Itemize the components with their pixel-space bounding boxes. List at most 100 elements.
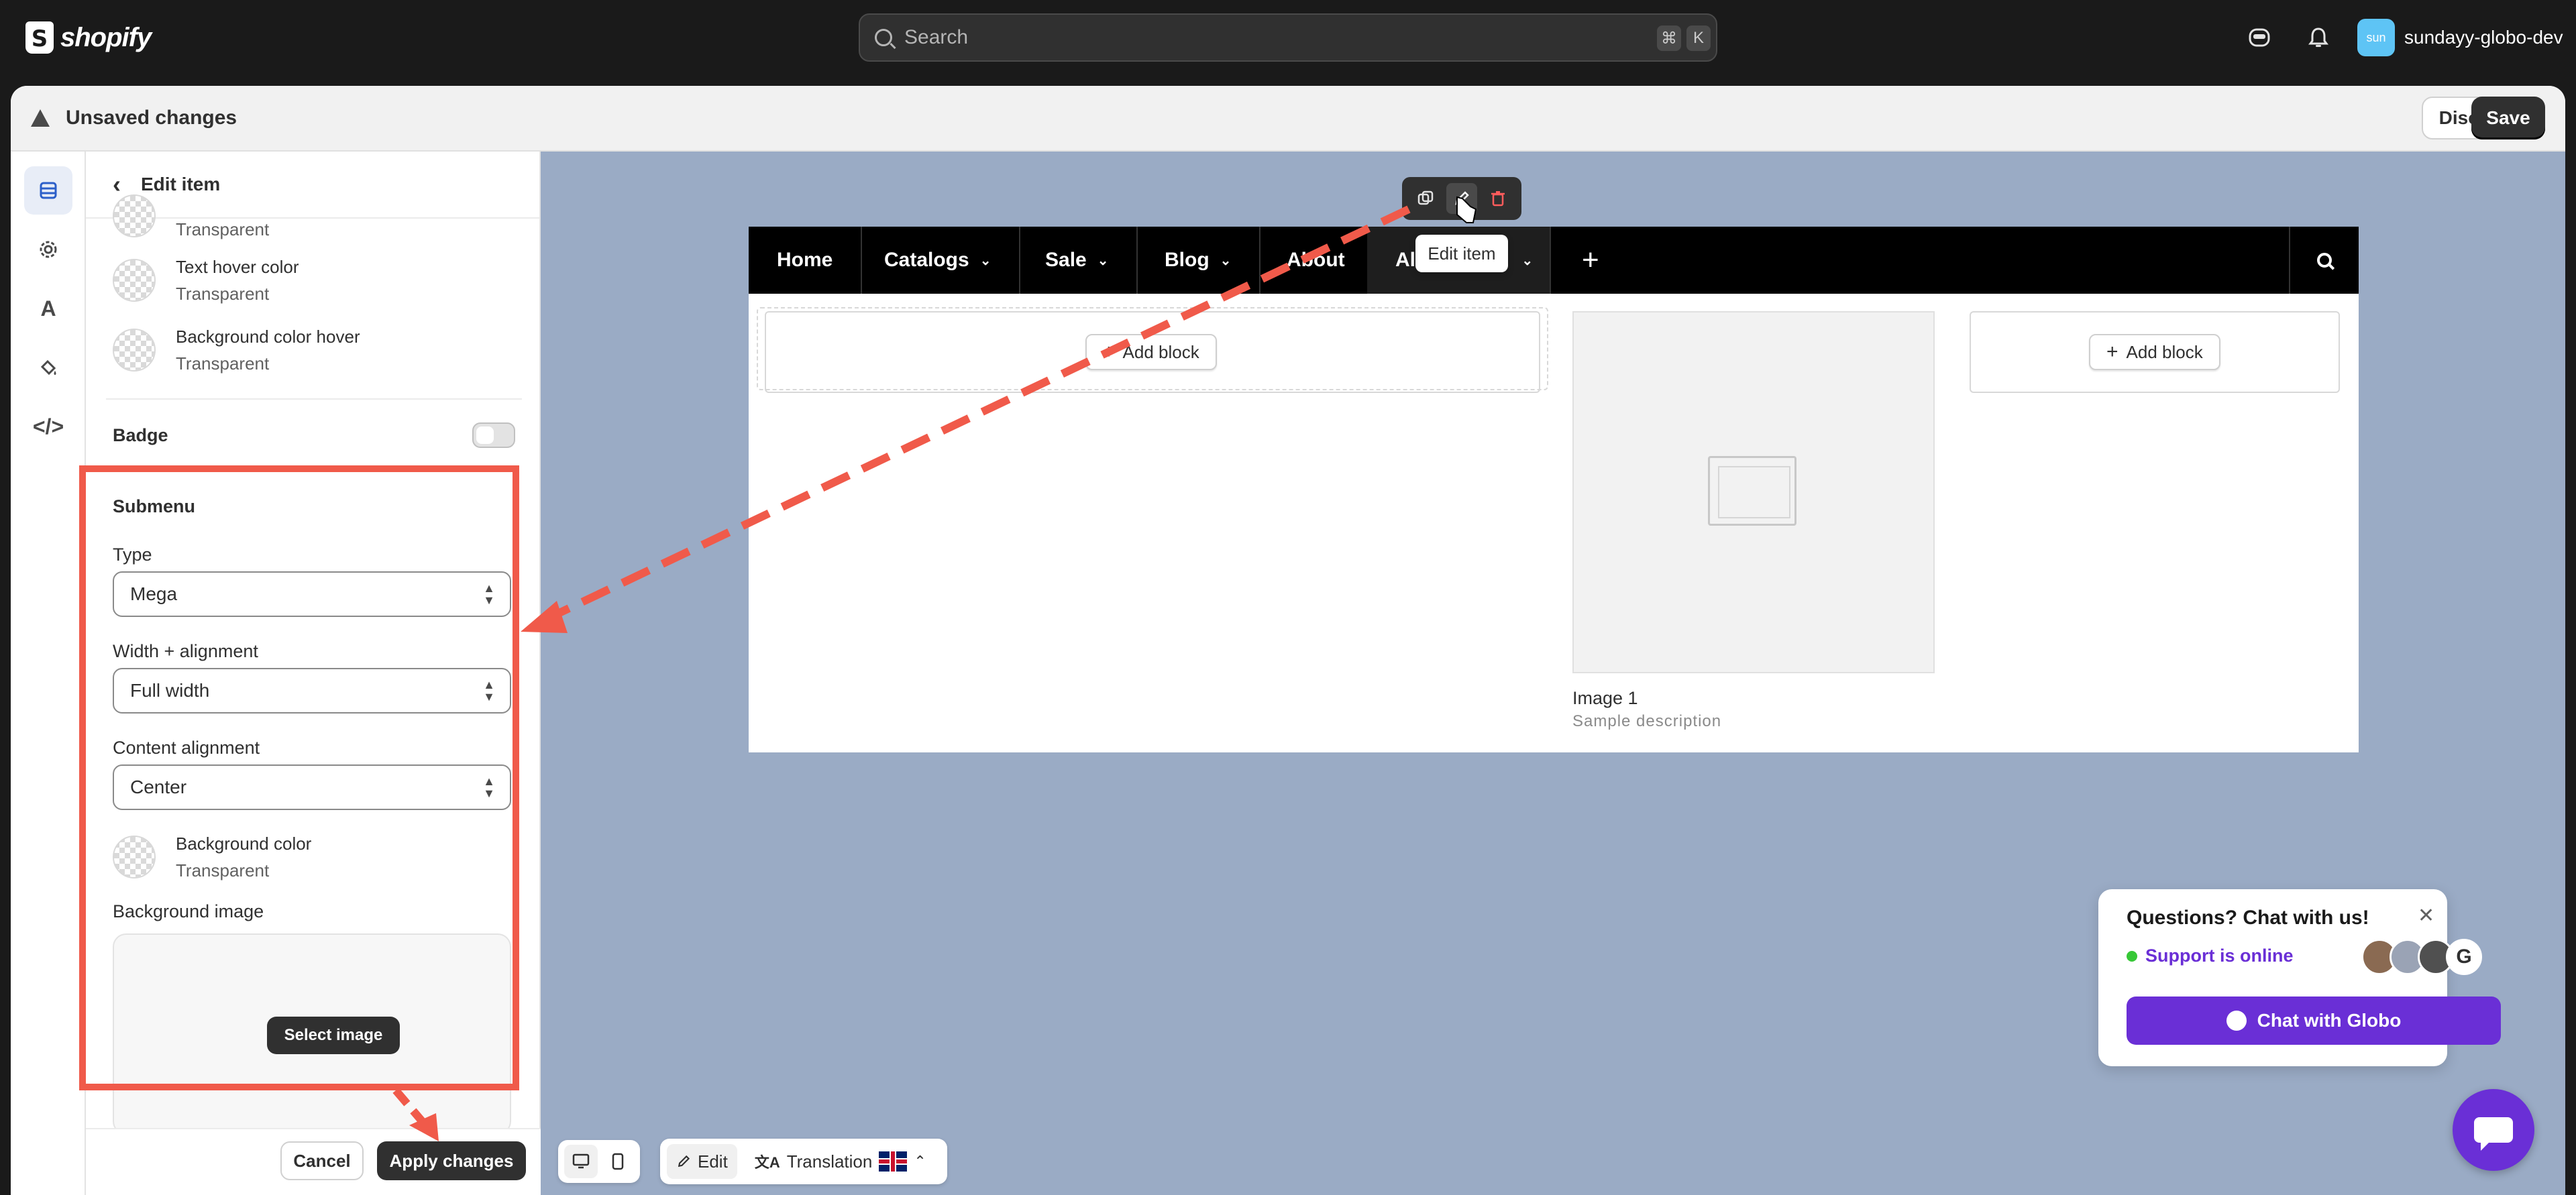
mobile-icon[interactable] — [601, 1145, 635, 1178]
code-icon[interactable]: </> — [24, 402, 72, 451]
menu-item-label: Sale — [1045, 249, 1087, 271]
warning-icon — [31, 109, 50, 127]
image-icon — [1708, 456, 1796, 526]
mode-bar: Edit 文A Translation ⌃ — [660, 1139, 947, 1184]
color-swatch[interactable] — [113, 259, 156, 302]
image-description: Sample description — [1572, 712, 1722, 730]
menu-item-home[interactable]: Home — [749, 227, 863, 294]
typography-icon[interactable]: A — [24, 284, 72, 333]
chat-launcher[interactable] — [2453, 1089, 2534, 1171]
chat-with-globo-button[interactable]: Chat with Globo — [2127, 997, 2501, 1045]
menu-item-blog[interactable]: Blog ⌄ — [1136, 227, 1261, 294]
uk-flag-icon — [879, 1151, 908, 1172]
color-row-partial[interactable]: Transparent — [113, 194, 270, 243]
panel-title: Edit item — [141, 174, 221, 194]
search-input[interactable]: Search ⌘ K — [859, 13, 1717, 62]
gear-icon[interactable] — [24, 225, 72, 274]
shortcut-key-cmd: ⌘ — [1657, 25, 1681, 51]
save-button[interactable]: Save — [2471, 97, 2545, 139]
badge-toggle[interactable] — [472, 422, 515, 448]
badge-label: Badge — [113, 425, 168, 445]
color-label: Text hover color — [176, 257, 299, 277]
close-icon[interactable]: ✕ — [2418, 904, 2434, 927]
menu-item-sale[interactable]: Sale ⌄ — [1017, 227, 1138, 294]
cancel-button[interactable]: Cancel — [280, 1141, 364, 1180]
image-title: Image 1 — [1572, 688, 1638, 708]
translation-label: Translation — [786, 1151, 873, 1172]
annotation-highlight-box — [79, 465, 519, 1090]
support-status-text: Support is online — [2145, 946, 2294, 966]
chevron-down-icon: ⌄ — [1521, 253, 1534, 268]
color-value: Transparent — [176, 219, 270, 239]
menu-item-label: Blog — [1165, 249, 1210, 271]
menu-item-about[interactable]: About — [1258, 227, 1375, 294]
support-status: Support is online — [2127, 946, 2294, 966]
menu-item-label: Home — [777, 249, 833, 271]
add-block-label: Add block — [2126, 341, 2203, 362]
agent-avatars: G — [2361, 939, 2482, 975]
desktop-icon[interactable] — [564, 1145, 598, 1178]
chevron-up-icon: ⌃ — [914, 1153, 926, 1170]
back-arrow-icon[interactable]: ‹ — [113, 170, 121, 198]
bg-color-hover-row[interactable]: Background color hover Transparent — [113, 323, 360, 377]
sections-icon[interactable] — [24, 166, 72, 215]
menu-item-label: About — [1287, 249, 1345, 271]
store-name: sundayy-globo-dev — [2404, 27, 2563, 48]
store-switcher[interactable]: sun sundayy-globo-dev — [2357, 19, 2563, 56]
search-placeholder: Search — [904, 26, 969, 48]
shortcut-key-k: K — [1686, 25, 1711, 51]
plus-icon: + — [2106, 341, 2118, 363]
chat-icon — [2474, 1117, 2513, 1151]
paint-bucket-icon[interactable] — [24, 343, 72, 392]
apply-changes-button[interactable]: Apply changes — [377, 1141, 526, 1180]
chat-bubble-icon — [2226, 1011, 2247, 1031]
chat-question: Questions? Chat with us! — [2127, 907, 2369, 929]
text-hover-color-row[interactable]: Text hover color Transparent — [113, 253, 299, 307]
image-placeholder[interactable] — [1572, 311, 1935, 673]
menu-preview-bar: Home Catalogs ⌄ Sale ⌄ Blog ⌄ About All ⌄ + — [749, 227, 2359, 294]
color-swatch[interactable] — [113, 329, 156, 372]
edit-label: Edit — [698, 1151, 728, 1172]
chevron-down-icon: ⌄ — [979, 253, 991, 268]
left-rail: A </> — [11, 152, 86, 1195]
color-value: Transparent — [176, 353, 270, 374]
menu-item-label: Catalogs — [884, 249, 969, 271]
add-block-button[interactable]: + Add block — [1085, 334, 1217, 370]
device-switcher — [558, 1140, 640, 1183]
unsaved-bar: Unsaved changes Discard Save — [11, 86, 2565, 152]
panel-footer: Cancel Apply changes — [86, 1128, 541, 1195]
item-toolbar — [1402, 177, 1521, 220]
translate-icon: 文A — [754, 1154, 780, 1171]
bell-icon[interactable] — [2305, 24, 2332, 51]
menu-item-catalogs[interactable]: Catalogs ⌄ — [856, 227, 1021, 294]
chat-button-label: Chat with Globo — [2257, 1010, 2402, 1031]
pencil-icon — [678, 1155, 690, 1168]
top-bar: shopify Search ⌘ K sun sundayy-globo-dev — [0, 0, 2576, 75]
online-dot-icon — [2127, 950, 2137, 962]
edit-pencil-icon[interactable] — [1446, 183, 1477, 214]
logo-text: shopify — [60, 22, 152, 52]
add-block-label: Add block — [1122, 341, 1199, 362]
unsaved-label: Unsaved changes — [66, 107, 237, 129]
edit-item-tooltip: Edit item — [1415, 235, 1508, 272]
search-icon — [875, 29, 892, 46]
duplicate-icon[interactable] — [1410, 183, 1441, 214]
sidekick-icon[interactable] — [2246, 24, 2273, 51]
edit-mode-button[interactable]: Edit — [667, 1144, 737, 1179]
menu-search-button[interactable] — [2289, 227, 2359, 294]
color-value: Transparent — [176, 284, 270, 304]
trash-icon[interactable] — [1483, 183, 1513, 214]
chevron-down-icon: ⌄ — [1220, 253, 1232, 268]
store-avatar: sun — [2357, 19, 2395, 56]
globo-logo-icon: G — [2446, 939, 2482, 975]
divider — [106, 398, 522, 400]
shopping-bag-icon — [25, 21, 54, 54]
color-label: Background color hover — [176, 327, 360, 347]
chat-widget: Questions? Chat with us! ✕ Support is on… — [2098, 889, 2501, 1066]
chevron-down-icon: ⌄ — [1097, 253, 1109, 268]
add-block-button[interactable]: + Add block — [2089, 334, 2220, 370]
add-menu-item-icon[interactable]: + — [1582, 227, 1599, 294]
shopify-logo[interactable]: shopify — [25, 20, 152, 55]
color-swatch[interactable] — [113, 194, 156, 237]
translation-mode-button[interactable]: 文A Translation ⌃ — [745, 1144, 936, 1179]
